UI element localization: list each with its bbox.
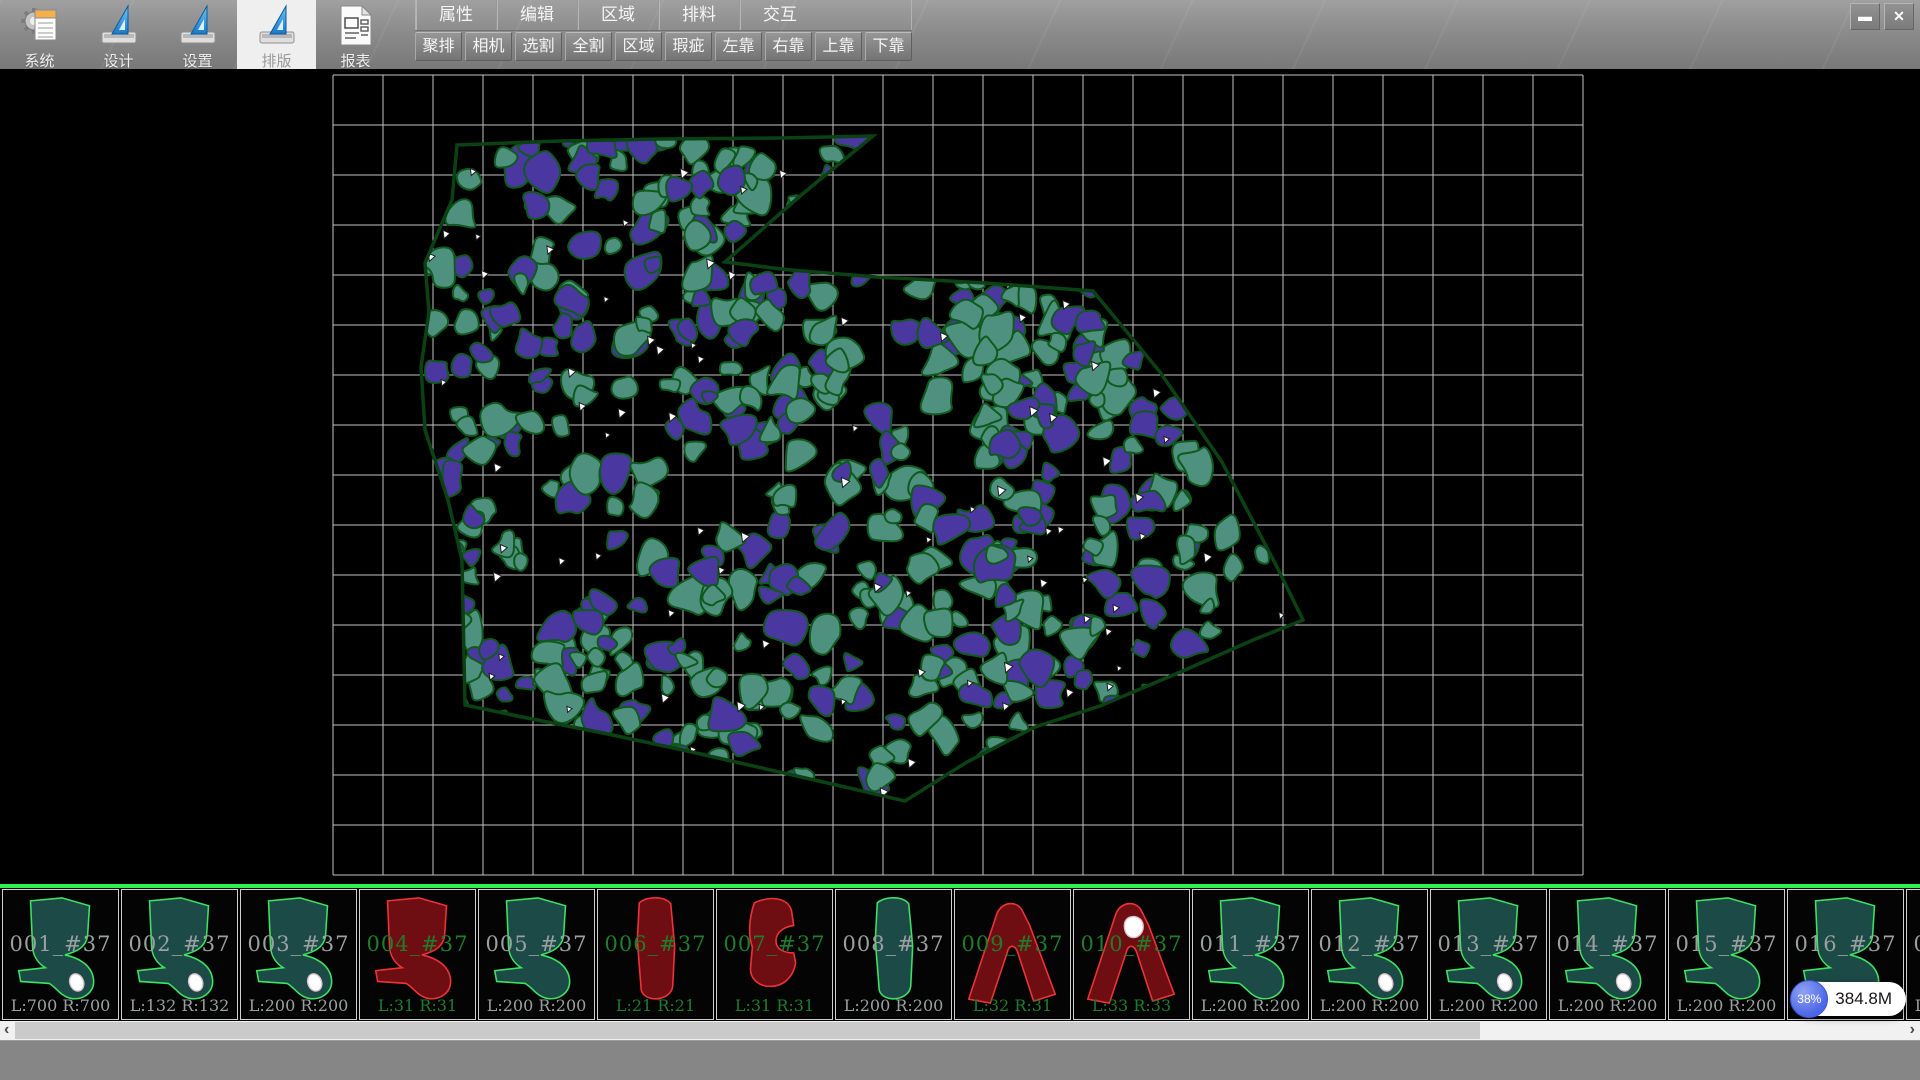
action-select-cut[interactable]: 选割 — [515, 32, 562, 61]
memory-indicator-badge[interactable]: 38% 384.8M — [1793, 982, 1906, 1016]
piece-thumbnail — [717, 892, 832, 1010]
main-toolbar: 系统 设计 设置 — [0, 0, 1920, 69]
window-controls: ▬ ✕ — [1850, 3, 1914, 30]
thumbnail-cell[interactable]: 001_#37L:700 R:700 — [2, 889, 119, 1020]
thumbnail-cell[interactable]: 005_#37L:200 R:200 — [478, 889, 595, 1020]
thumbnail-cell[interactable]: 006_#37L:21 R:21 — [597, 889, 714, 1020]
piece-thumbnail — [241, 892, 356, 1010]
menu-tab-properties[interactable]: 属性 — [416, 0, 497, 30]
thumbnail-cell[interactable]: 010_#37L:33 R:33 — [1073, 889, 1190, 1020]
piece-thumbnail — [1669, 892, 1784, 1010]
piece-thumbnail — [1431, 892, 1546, 1010]
nesting-setsquare-icon — [255, 2, 299, 48]
nesting-canvas-area[interactable] — [0, 69, 1920, 884]
action-snap-bottom[interactable]: 下靠 — [865, 32, 912, 61]
system-gear-icon — [18, 2, 62, 48]
close-button[interactable]: ✕ — [1884, 3, 1914, 30]
badge-size: 384.8M — [1835, 989, 1892, 1009]
thumbnail-cell[interactable]: 015_#37L:200 R:200 — [1668, 889, 1785, 1020]
action-snap-right[interactable]: 右靠 — [765, 32, 812, 61]
piece-thumbnail — [1074, 892, 1189, 1010]
app-label: 排版 — [237, 50, 316, 71]
action-cluster-nest[interactable]: 聚排 — [415, 32, 462, 61]
scrollbar-thumb[interactable] — [15, 1022, 1480, 1039]
horizontal-scrollbar[interactable]: ‹ › — [0, 1021, 1920, 1040]
app-label: 系统 — [0, 50, 79, 71]
action-snap-left[interactable]: 左靠 — [715, 32, 762, 61]
menu-area: 属性 编辑 区域 排料 交互 聚排 相机 选割 全割 区域 瑕疵 左靠 右靠 上… — [415, 0, 912, 61]
app-label: 报表 — [316, 50, 395, 71]
piece-thumbnail — [1193, 892, 1308, 1010]
menu-tab-bar: 属性 编辑 区域 排料 交互 — [415, 0, 912, 30]
piece-thumbnail — [1907, 892, 1920, 1010]
piece-thumbnail — [836, 892, 951, 1010]
piece-thumbnail — [598, 892, 713, 1010]
menu-tab-edit[interactable]: 编辑 — [497, 0, 578, 30]
action-snap-top[interactable]: 上靠 — [815, 32, 862, 61]
thumbnail-cell[interactable]: 014_#37L:200 R:200 — [1549, 889, 1666, 1020]
thumbnail-cell[interactable]: 007_#37L:31 R:31 — [716, 889, 833, 1020]
thumbnail-cell[interactable]: 009_#37L:32 R:31 — [954, 889, 1071, 1020]
nested-pieces — [414, 96, 1315, 812]
app-button-settings[interactable]: 设置 — [158, 0, 237, 69]
menu-tab-nesting[interactable]: 排料 — [659, 0, 740, 30]
app-label: 设置 — [158, 50, 237, 71]
action-region[interactable]: 区域 — [615, 32, 662, 61]
thumbnail-cell[interactable]: 013_#37L:200 R:200 — [1430, 889, 1547, 1020]
piece-thumbnail-strip: 001_#37L:700 R:700002_#37L:132 R:132003_… — [0, 888, 1920, 1021]
scroll-right-arrow-icon[interactable]: › — [1910, 1021, 1915, 1040]
piece-thumbnail — [3, 892, 118, 1010]
app-label: 设计 — [79, 50, 158, 71]
menu-tab-region[interactable]: 区域 — [578, 0, 659, 30]
action-cut-all[interactable]: 全割 — [565, 32, 612, 61]
app-button-system[interactable]: 系统 — [0, 0, 79, 69]
app-button-nesting-active[interactable]: 排版 — [237, 0, 316, 69]
badge-percent: 38% — [1797, 992, 1821, 1006]
piece-thumbnail — [479, 892, 594, 1010]
app-button-design[interactable]: 设计 — [79, 0, 158, 69]
piece-thumbnail — [122, 892, 237, 1010]
nesting-canvas[interactable] — [0, 69, 1920, 884]
thumbnail-cell[interactable]: 017_#37L:200 R:200 — [1906, 889, 1920, 1020]
thumbnail-cell[interactable]: 012_#37L:200 R:200 — [1311, 889, 1428, 1020]
thumbnail-cell[interactable]: 004_#37L:31 R:31 — [359, 889, 476, 1020]
piece-thumbnail — [1312, 892, 1427, 1010]
action-defect[interactable]: 瑕疵 — [665, 32, 712, 61]
minimize-button[interactable]: ▬ — [1850, 3, 1880, 30]
thumbnail-cell[interactable]: 002_#37L:132 R:132 — [121, 889, 238, 1020]
report-document-icon — [334, 2, 378, 48]
percent-circle-icon: 38% — [1790, 980, 1828, 1018]
piece-thumbnail — [955, 892, 1070, 1010]
settings-setsquare-icon — [176, 2, 220, 48]
thumbnail-cell[interactable]: 003_#37L:200 R:200 — [240, 889, 357, 1020]
app-button-report[interactable]: 报表 — [316, 0, 395, 69]
thumbnail-cell[interactable]: 008_#37L:200 R:200 — [835, 889, 952, 1020]
canvas-grid — [333, 75, 1583, 875]
app-switcher: 系统 设计 设置 — [0, 0, 395, 69]
action-camera[interactable]: 相机 — [465, 32, 512, 61]
menu-tab-interact[interactable]: 交互 — [740, 0, 820, 30]
action-button-bar: 聚排 相机 选割 全割 区域 瑕疵 左靠 右靠 上靠 下靠 — [415, 32, 912, 61]
design-setsquare-icon — [97, 2, 141, 48]
scroll-left-arrow-icon[interactable]: ‹ — [4, 1021, 9, 1040]
piece-thumbnail — [360, 892, 475, 1010]
thumbnail-cell[interactable]: 011_#37L:200 R:200 — [1192, 889, 1309, 1020]
piece-thumbnail — [1550, 892, 1665, 1010]
status-bar — [0, 1040, 1920, 1080]
